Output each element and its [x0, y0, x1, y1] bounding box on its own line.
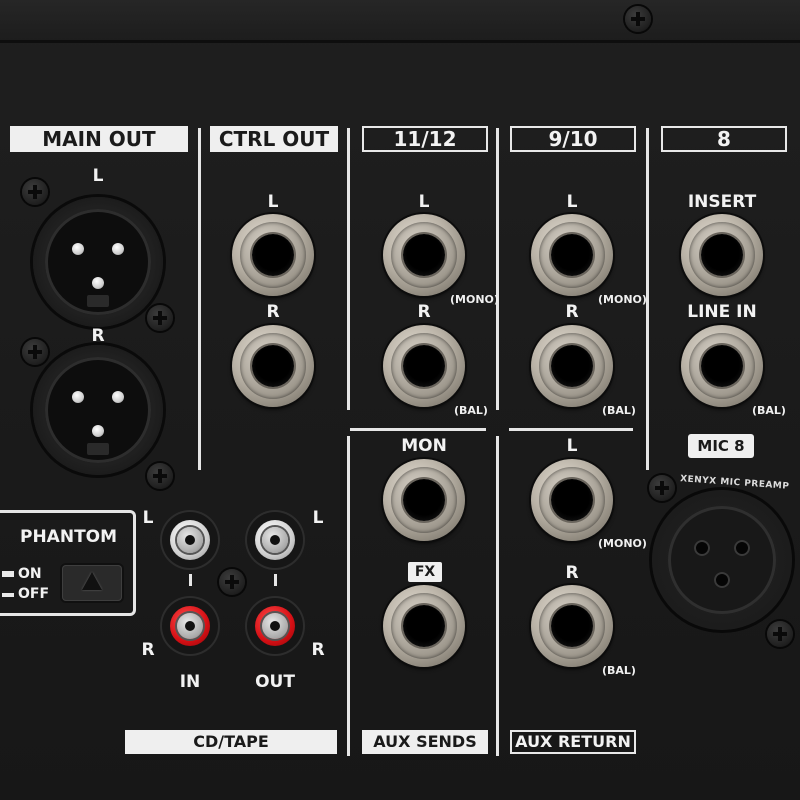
mic-preamp-label: XENYX MIC PREAMP	[679, 474, 790, 492]
triangle-icon	[82, 572, 102, 590]
divider	[496, 436, 499, 756]
switch-on-icon	[2, 571, 14, 577]
phantom-panel: PHANTOM ON OFF	[0, 510, 136, 616]
switch-off-icon	[2, 593, 14, 597]
phantom-on-label: ON	[18, 566, 42, 582]
ch11-12-l-jack[interactable]	[383, 214, 465, 296]
cd-out-r-rca[interactable]	[247, 598, 303, 654]
mic8-xlr-input[interactable]	[652, 490, 792, 630]
footer-aux-return: AUX RETURN	[510, 730, 636, 754]
divider	[496, 128, 499, 410]
divider	[198, 128, 201, 470]
main-out-r-label: R	[91, 326, 105, 346]
cd-out-label: OUT	[255, 672, 295, 692]
ctrl-out-r-label: R	[266, 302, 280, 322]
divider	[347, 128, 350, 410]
screw-icon	[147, 305, 173, 331]
cd-in-label: IN	[179, 672, 201, 692]
ch8-insert-jack[interactable]	[681, 214, 763, 296]
mic8-label: MIC 8	[688, 434, 754, 458]
screw-icon	[22, 339, 48, 365]
aux-return-r-label: R	[565, 563, 579, 583]
phantom-title: PHANTOM	[20, 527, 118, 547]
ch8-line-in-label: LINE IN	[687, 302, 757, 322]
ch8-line-in-jack[interactable]	[681, 325, 763, 407]
ch11-12-bal-label: (BAL)	[454, 404, 488, 417]
header-ctrl-out: CTRL OUT	[210, 126, 338, 152]
ch9-10-r-jack[interactable]	[531, 325, 613, 407]
ch9-10-r-label: R	[565, 302, 579, 322]
aux-return-r-jack[interactable]	[531, 585, 613, 667]
cd-out-l-rca[interactable]	[247, 512, 303, 568]
screw-icon	[649, 475, 675, 501]
tick	[189, 574, 192, 586]
cd-out-l-label: L	[312, 508, 324, 528]
footer-cd-tape: CD/TAPE	[125, 730, 337, 754]
phantom-off-label: OFF	[18, 586, 50, 602]
header-8: 8	[661, 126, 787, 152]
ctrl-out-r-jack[interactable]	[232, 325, 314, 407]
aux-return-l-jack[interactable]	[531, 459, 613, 541]
ch11-12-r-label: R	[417, 302, 431, 322]
screw-icon	[625, 6, 651, 32]
cd-in-r-label: R	[141, 640, 155, 660]
header-9-10: 9/10	[510, 126, 636, 152]
cd-in-l-label: L	[142, 508, 154, 528]
footer-aux-sends: AUX SENDS	[362, 730, 488, 754]
screw-icon	[147, 463, 173, 489]
screw-icon	[219, 569, 245, 595]
divider	[509, 428, 633, 431]
aux-return-l-label: L	[566, 436, 578, 456]
ch8-bal-label: (BAL)	[752, 404, 786, 417]
ch9-10-bal-label: (BAL)	[602, 404, 636, 417]
divider	[347, 436, 350, 756]
ch8-insert-label: INSERT	[687, 192, 757, 212]
mixer-rear-panel: MAIN OUT CTRL OUT 11/12 9/10 8 L R L R L…	[0, 0, 800, 800]
cd-out-r-label: R	[311, 640, 325, 660]
ch11-12-r-jack[interactable]	[383, 325, 465, 407]
tick	[274, 574, 277, 586]
top-strip	[0, 0, 800, 43]
aux-mon-jack[interactable]	[383, 459, 465, 541]
header-11-12: 11/12	[362, 126, 488, 152]
ch11-12-l-label: L	[418, 192, 430, 212]
screw-icon	[22, 179, 48, 205]
aux-return-mono-label: (MONO)	[598, 537, 647, 550]
ctrl-out-l-jack[interactable]	[232, 214, 314, 296]
aux-return-bal-label: (BAL)	[602, 664, 636, 677]
cd-in-r-rca[interactable]	[162, 598, 218, 654]
screw-icon	[767, 621, 793, 647]
aux-fx-jack[interactable]	[383, 585, 465, 667]
phantom-power-switch[interactable]	[62, 565, 122, 601]
ch9-10-l-jack[interactable]	[531, 214, 613, 296]
cd-in-l-rca[interactable]	[162, 512, 218, 568]
divider	[350, 428, 486, 431]
ctrl-out-l-label: L	[267, 192, 279, 212]
ch9-10-l-label: L	[566, 192, 578, 212]
ch9-10-mono-label: (MONO)	[598, 293, 647, 306]
fx-label: FX	[408, 562, 442, 582]
mon-label: MON	[401, 436, 447, 456]
main-out-l-xlr-connector[interactable]	[33, 197, 163, 327]
main-out-r-xlr-connector[interactable]	[33, 345, 163, 475]
main-out-l-label: L	[92, 166, 104, 186]
header-main-out: MAIN OUT	[10, 126, 188, 152]
ch11-12-mono-label: (MONO)	[450, 293, 499, 306]
